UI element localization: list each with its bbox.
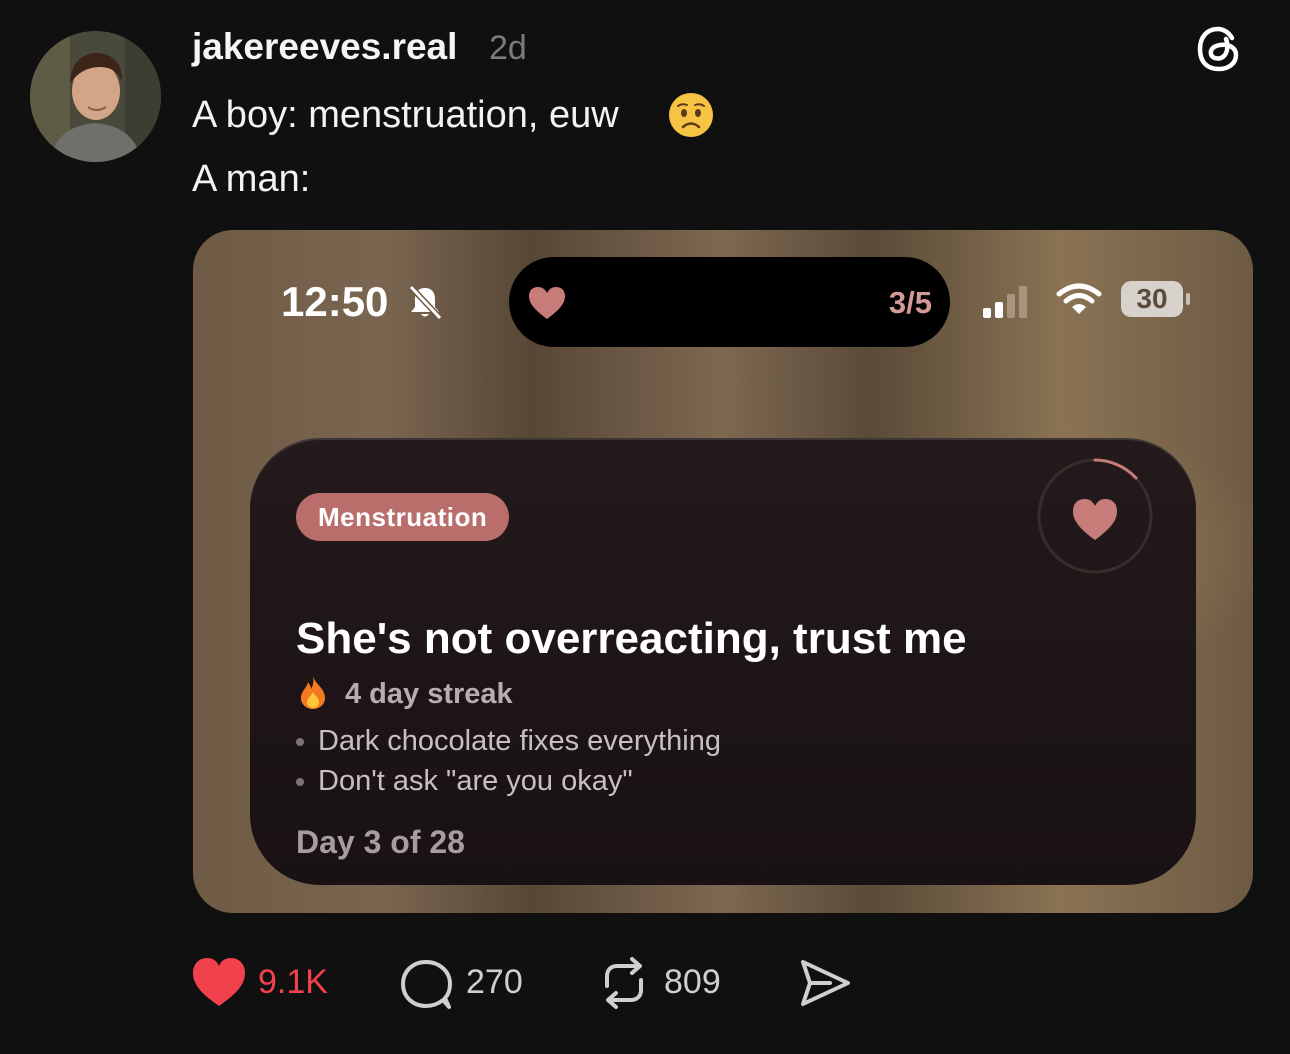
username[interactable]: jakereeves.real [192, 26, 457, 68]
wifi-icon [1056, 283, 1102, 314]
tip-item: Dark chocolate fixes everything [296, 725, 721, 758]
repost-count[interactable]: 809 [664, 963, 721, 1002]
threads-logo-icon[interactable] [1192, 22, 1246, 76]
bell-slash-icon [408, 284, 443, 321]
progress-ring-heart-icon [1037, 458, 1153, 574]
fire-icon [301, 676, 325, 709]
battery-icon: 30 [1121, 281, 1191, 317]
action-bar: 9.1K 270 809 [0, 950, 1290, 1020]
card-title: She's not overreacting, trust me [296, 614, 967, 663]
like-heart-icon[interactable] [191, 956, 247, 1008]
day-progress: Day 3 of 28 [296, 824, 465, 860]
island-progress-count: 3/5 [888, 285, 932, 320]
battery-level: 30 [1121, 281, 1183, 317]
dynamic-island: 3/5 [509, 257, 950, 347]
post-time: 2d [489, 29, 527, 67]
post-text-line-1: A boy: menstruation, euw [192, 94, 619, 136]
share-icon[interactable] [798, 958, 852, 1008]
bullet-dot [296, 738, 304, 747]
signal-icon [983, 286, 1027, 318]
heart-icon [529, 287, 565, 319]
status-bar-time: 12:50 [281, 278, 389, 325]
comment-count[interactable]: 270 [466, 963, 523, 1002]
bullet-dot [296, 778, 304, 787]
post-text-line-2: A man: [192, 158, 311, 200]
repost-icon[interactable] [597, 956, 651, 1010]
like-count[interactable]: 9.1K [258, 963, 328, 1002]
avatar-photo [30, 31, 161, 162]
worried-face-emoji [669, 93, 713, 137]
tip-text: Dark chocolate fixes everything [318, 725, 721, 757]
tip-text: Don't ask "are you okay" [318, 765, 633, 797]
streak-text: 4 day streak [345, 678, 513, 710]
tip-item: Don't ask "are you okay" [296, 765, 633, 798]
avatar[interactable] [30, 31, 161, 162]
post-media-image[interactable]: 12:50 3/5 30 Menstruation She's not over [193, 230, 1253, 913]
live-activity-card: Menstruation She's not overreacting, tru… [250, 438, 1196, 885]
comment-icon[interactable] [400, 958, 454, 1010]
battery-tip [1186, 293, 1190, 305]
category-tag: Menstruation [296, 493, 510, 541]
